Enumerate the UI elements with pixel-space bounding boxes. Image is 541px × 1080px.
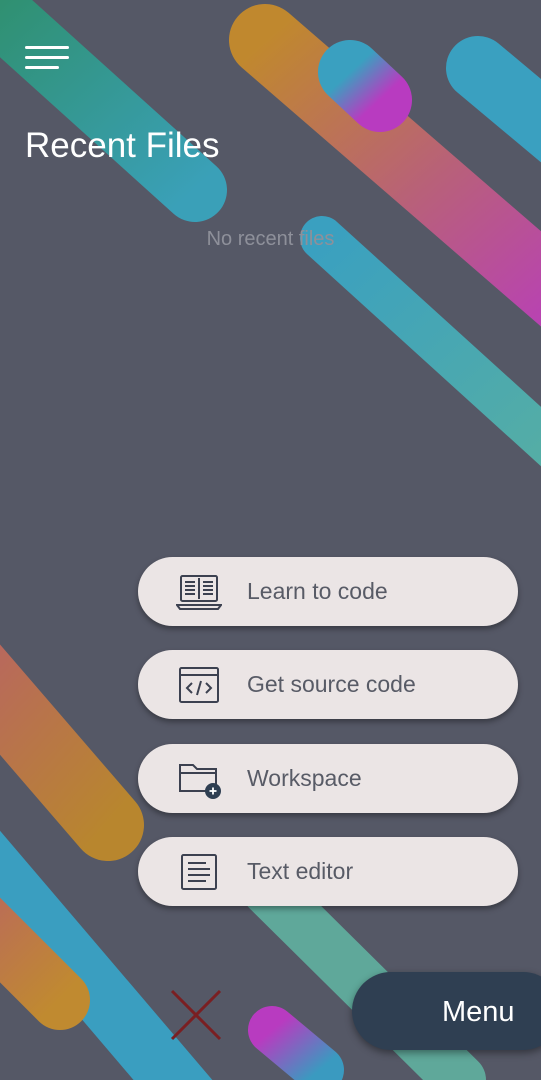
workspace-button[interactable]: Workspace — [138, 744, 518, 813]
document-icon — [176, 853, 222, 891]
workspace-label: Workspace — [247, 765, 362, 791]
code-window-icon — [176, 666, 222, 704]
learn-to-code-label: Learn to code — [247, 578, 388, 604]
close-icon — [170, 989, 222, 1041]
laptop-book-icon — [176, 573, 222, 611]
hamburger-menu-button[interactable] — [20, 38, 76, 78]
get-source-code-label: Get source code — [247, 671, 416, 697]
close-button[interactable] — [170, 989, 222, 1041]
folder-add-icon — [176, 760, 222, 799]
menu-button-label: Menu — [442, 996, 515, 1028]
hamburger-icon — [25, 46, 69, 69]
learn-to-code-button[interactable]: Learn to code — [138, 557, 518, 626]
menu-button[interactable]: Menu — [352, 972, 541, 1050]
get-source-code-button[interactable]: Get source code — [138, 650, 518, 719]
empty-state-message: No recent files — [206, 228, 335, 250]
text-editor-label: Text editor — [247, 858, 354, 884]
text-editor-button[interactable]: Text editor — [138, 837, 518, 906]
page-title: Recent Files — [25, 126, 220, 165]
